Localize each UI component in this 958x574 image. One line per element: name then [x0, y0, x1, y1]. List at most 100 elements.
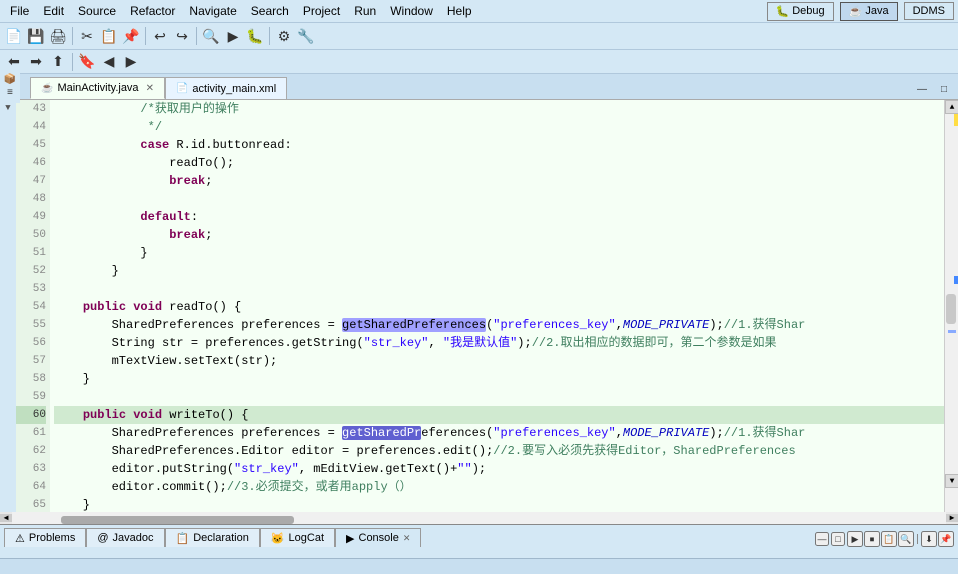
code-line-46: readTo(); — [54, 154, 944, 172]
scroll-down-btn[interactable]: ▼ — [945, 474, 958, 488]
code-line-63: editor.putString("str_key", mEditView.ge… — [54, 460, 944, 478]
java-button[interactable]: ☕ Java — [840, 2, 898, 21]
menu-search[interactable]: Search — [245, 2, 295, 20]
build-btn[interactable]: ⚙ — [274, 26, 294, 46]
tab-mainactivity-close[interactable]: ✕ — [146, 83, 154, 94]
undo-btn[interactable]: ↩ — [150, 26, 170, 46]
console-icon: ▶ — [346, 532, 354, 545]
editor-tabbar: 📦 ≡ ☕ MainActivity.java ✕ 📄 activity_mai… — [0, 74, 958, 100]
code-line-55: SharedPreferences preferences = getShare… — [54, 316, 944, 334]
code-line-65: } — [54, 496, 944, 512]
menu-run[interactable]: Run — [348, 2, 382, 20]
linenum-55: 55 — [16, 316, 46, 334]
debug-run-btn[interactable]: 🐛 — [245, 26, 265, 46]
maximize-editor-btn[interactable]: □ — [934, 79, 954, 99]
menu-project[interactable]: Project — [297, 2, 346, 20]
code-line-53 — [54, 280, 944, 298]
hscroll-left-btn[interactable]: ◀ — [0, 514, 12, 522]
code-line-48 — [54, 190, 944, 208]
forward-btn[interactable]: ➡ — [26, 52, 46, 72]
menu-source[interactable]: Source — [72, 2, 122, 20]
code-line-64: editor.commit();//3.必须提交，或者用apply（） — [54, 478, 944, 496]
search-btn[interactable]: 🔍 — [201, 26, 221, 46]
tab-javadoc[interactable]: @ Javadoc — [86, 528, 164, 547]
bottom-btn5[interactable]: ⬇ — [921, 531, 937, 547]
ddms-label: DDMS — [913, 5, 945, 17]
scroll-marker-blue — [948, 330, 956, 333]
bottom-btn3[interactable]: 📋 — [881, 531, 897, 547]
bottom-minimize-btn[interactable]: — — [815, 532, 829, 546]
horizontal-scrollbar[interactable]: ◀ ▶ — [0, 512, 958, 524]
next-bookmark-btn[interactable]: ▶ — [121, 52, 141, 72]
new-btn[interactable]: 📄 — [4, 26, 24, 46]
scroll-track[interactable] — [945, 114, 958, 474]
menu-help[interactable]: Help — [441, 2, 478, 20]
clean-btn[interactable]: 🔧 — [296, 26, 316, 46]
toolbar-row1: 📄 💾 🖨 ✂ 📋 📌 ↩ ↪ 🔍 ▶ 🐛 ⚙ 🔧 — [0, 22, 958, 50]
redo-btn[interactable]: ↪ — [172, 26, 192, 46]
bottom-btn2[interactable]: ⏹ — [864, 531, 880, 547]
code-line-50: break; — [54, 226, 944, 244]
linenum-48: 48 — [16, 190, 46, 208]
bottom-btn4[interactable]: 🔍 — [898, 531, 914, 547]
tab-problems[interactable]: ⚠ Problems — [4, 528, 86, 547]
paste-btn[interactable]: 📌 — [121, 26, 141, 46]
linenum-58: 58 — [16, 370, 46, 388]
linenum-45: 45 — [16, 136, 46, 154]
code-line-60: public void writeTo() { — [54, 406, 944, 424]
tab-activity-xml[interactable]: 📄 activity_main.xml — [165, 77, 287, 99]
line-numbers: 43 44 45 46 47 48 49 50 51 52 53 54 55 5… — [16, 100, 50, 512]
bottom-btn6[interactable]: 📌 — [938, 531, 954, 547]
run-btn[interactable]: ▶ — [223, 26, 243, 46]
linenum-63: 63 — [16, 460, 46, 478]
panel-icon2[interactable]: ≡ — [7, 88, 13, 99]
linenum-64: 64 — [16, 478, 46, 496]
up-btn[interactable]: ⬆ — [48, 52, 68, 72]
ddms-button[interactable]: DDMS — [904, 2, 954, 20]
bookmark-btn[interactable]: 🔖 — [77, 52, 97, 72]
separator4 — [269, 27, 270, 45]
hscroll-track[interactable] — [12, 512, 946, 524]
menu-refactor[interactable]: Refactor — [124, 2, 181, 20]
hscroll-thumb[interactable] — [61, 516, 295, 524]
panel-icon1[interactable]: 📦 — [4, 74, 16, 86]
vertical-scrollbar[interactable]: ▲ ▼ — [944, 100, 958, 512]
tab-mainactivity[interactable]: ☕ MainActivity.java ✕ — [30, 77, 165, 99]
debug-button[interactable]: 🐛 Debug — [767, 2, 834, 21]
logcat-icon: 🐱 — [271, 532, 285, 545]
tab-logcat[interactable]: 🐱 LogCat — [260, 528, 335, 547]
tab-controls: — □ — [912, 79, 958, 99]
copy-btn[interactable]: 📋 — [99, 26, 119, 46]
hscroll-right-btn[interactable]: ▶ — [946, 514, 958, 522]
debug-label: Debug — [792, 5, 824, 17]
menu-file[interactable]: File — [4, 2, 35, 20]
bottom-maximize-btn[interactable]: □ — [831, 532, 845, 546]
scroll-thumb[interactable] — [946, 294, 956, 324]
code-line-52: } — [54, 262, 944, 280]
save-btn[interactable]: 💾 — [26, 26, 46, 46]
tab-console-close[interactable]: ✕ — [403, 533, 411, 544]
tab-declaration[interactable]: 📋 Declaration — [165, 528, 260, 547]
scroll-up-btn[interactable]: ▲ — [945, 100, 958, 114]
linenum-51: 51 — [16, 244, 46, 262]
code-line-44: */ — [54, 118, 944, 136]
tab-console[interactable]: ▶ Console ✕ — [335, 528, 421, 547]
menu-window[interactable]: Window — [384, 2, 439, 20]
linenum-47: 47 — [16, 172, 46, 190]
code-area[interactable]: /*获取用户的操作 */ case R.id.buttonread: readT… — [50, 100, 944, 512]
bottom-btn1[interactable]: ▶ — [847, 531, 863, 547]
menu-edit[interactable]: Edit — [37, 2, 70, 20]
scroll-marker-yellow — [954, 114, 958, 126]
menu-navigate[interactable]: Navigate — [183, 2, 242, 20]
back-btn[interactable]: ⬅ — [4, 52, 24, 72]
minimize-editor-btn[interactable]: — — [912, 79, 932, 99]
linenum-50: 50 — [16, 226, 46, 244]
cut-btn[interactable]: ✂ — [77, 26, 97, 46]
linenum-65: 65 — [16, 496, 46, 512]
menubar: File Edit Source Refactor Navigate Searc… — [0, 0, 958, 22]
prev-bookmark-btn[interactable]: ◀ — [99, 52, 119, 72]
print-btn[interactable]: 🖨 — [48, 26, 68, 46]
code-line-45: case R.id.buttonread: — [54, 136, 944, 154]
code-line-61: SharedPreferences preferences = getShare… — [54, 424, 944, 442]
tab-console-label: Console — [359, 532, 399, 544]
